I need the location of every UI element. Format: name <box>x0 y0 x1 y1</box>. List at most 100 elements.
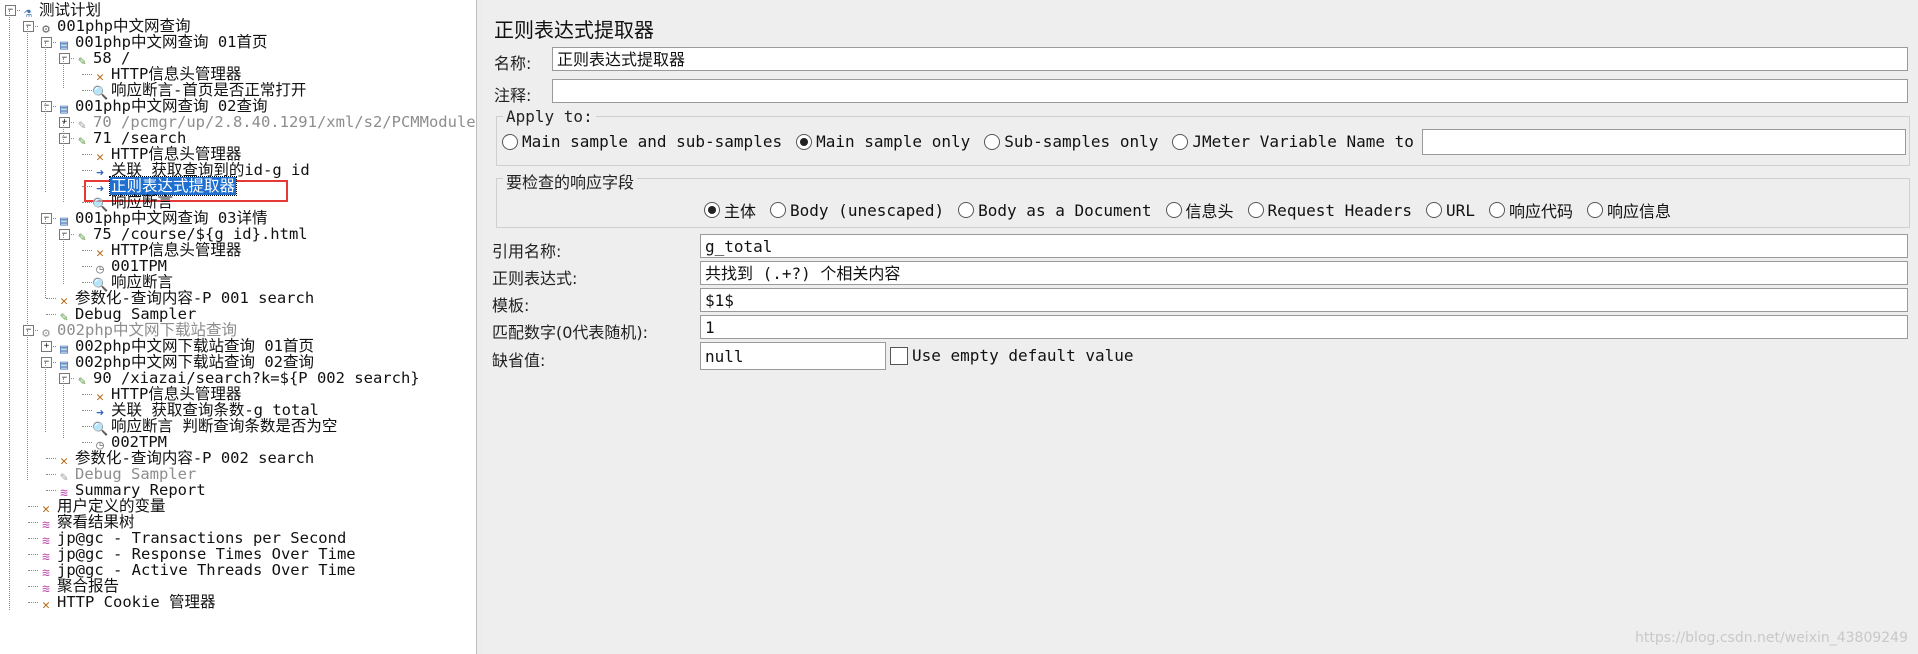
expand-toggle-icon[interactable]: + <box>41 341 52 352</box>
tree-node[interactable]: 🔍 响应断言 <box>92 194 174 213</box>
tree-node[interactable]: ✕ HTTP信息头管理器 <box>92 146 242 165</box>
thread-group-icon: ⚙ <box>42 326 50 341</box>
tree-connector <box>28 522 38 523</box>
radio-circle-icon <box>770 202 787 218</box>
collapse-toggle-icon[interactable]: − <box>5 5 16 16</box>
tree-node[interactable]: ≋ jp@gc - Active Threads Over Time <box>38 562 357 581</box>
field-to-check-options: 主体 Body (unescaped) Body as a Document 信息头 R… <box>704 198 1685 222</box>
default-value-field[interactable]: null <box>700 342 886 370</box>
collapse-toggle-icon[interactable]: − <box>59 133 70 144</box>
use-empty-default-checkbox[interactable] <box>890 346 908 365</box>
comment-field[interactable] <box>552 79 1908 103</box>
jmeter-variable-name-field[interactable] <box>1422 129 1906 155</box>
tree-node[interactable]: ✕ HTTP信息头管理器 <box>92 66 242 85</box>
tree-node[interactable]: ✎ 58 / <box>74 50 131 69</box>
template-field[interactable]: $1$ <box>700 288 1908 312</box>
collapse-toggle-icon[interactable]: − <box>59 53 70 64</box>
tree-node[interactable]: ▤ 002php中文网下载站查询 01首页 <box>56 338 315 357</box>
tree-node[interactable]: 🔍 响应断言-首页是否正常打开 <box>92 82 307 101</box>
tree-node[interactable]: ✕ HTTP信息头管理器 <box>92 386 242 405</box>
tree-connector <box>82 282 92 283</box>
tree-node[interactable]: ➜ 关联 获取查询到的id-g id <box>92 162 311 181</box>
match-no-field[interactable]: 1 <box>700 315 1908 339</box>
radio-label: URL <box>1446 200 1475 220</box>
tree-node[interactable]: ✎ 75 /course/${g id}.html <box>74 226 309 245</box>
radio-circle-icon <box>1586 202 1603 218</box>
name-field[interactable]: 正则表达式提取器 <box>552 47 1908 71</box>
tree-node[interactable]: ≋ jp@gc - Response Times Over Time <box>38 546 357 565</box>
tree-node[interactable]: ✎ 70 /pcmgr/up/2.8.40.1291/xml/s2/PCMModu… <box>74 114 476 133</box>
regex-field[interactable]: 共找到 (.+?) 个相关内容 <box>700 261 1908 285</box>
collapse-toggle-icon[interactable]: − <box>41 357 52 368</box>
tree-node[interactable]: ⚙ 002php中文网下载站查询 <box>38 322 238 341</box>
collapse-toggle-icon[interactable]: − <box>59 373 70 384</box>
expand-toggle-icon[interactable]: + <box>59 117 70 128</box>
http-sampler-icon: ✎ <box>78 230 86 245</box>
tree-guide-line <box>27 330 28 480</box>
tree-node[interactable]: ✕ 参数化-查询内容-P 002 search <box>56 450 315 469</box>
tree-guide-line <box>63 122 64 202</box>
tree-node[interactable]: ⚙ 001php中文网查询 <box>38 18 192 37</box>
tree-node[interactable]: ✕ HTTP信息头管理器 <box>92 242 242 261</box>
field-to-check-radio-7[interactable]: 响应信息 <box>1586 198 1671 222</box>
field-to-check-radio-3[interactable]: 信息头 <box>1165 198 1234 222</box>
tree-node[interactable]: ▤ 001php中文网查询 02查询 <box>56 98 269 117</box>
field-to-check-radio-4[interactable]: Request Headers <box>1247 201 1412 220</box>
tree-guide-line <box>45 362 46 432</box>
radio-label: 信息头 <box>1185 202 1234 221</box>
tree-node[interactable]: ▤ 001php中文网查询 01首页 <box>56 34 269 53</box>
tree-node[interactable]: ≋ Summary Report <box>56 482 207 501</box>
tree-node[interactable]: ≋ 聚合报告 <box>38 578 120 597</box>
tree-node[interactable]: ✕ 用户定义的变量 <box>38 498 167 517</box>
radio-label: 主体 <box>724 202 757 221</box>
tree-node[interactable]: 🔍 响应断言 <box>92 274 174 293</box>
tree-node[interactable]: ⚗ 测试计划 <box>20 2 102 21</box>
tree-node[interactable]: ≋ jp@gc - Transactions per Second <box>38 530 347 549</box>
field-to-check-radio-2[interactable]: Body as a Document <box>958 200 1152 220</box>
tree-connector <box>82 442 92 443</box>
match-no-label: 匹配数字(0代表随机): <box>492 323 649 342</box>
field-to-check-radio-1[interactable]: Body (unescaped) <box>770 201 944 220</box>
tree-connector <box>82 74 92 75</box>
tree-node[interactable]: ✕ HTTP Cookie 管理器 <box>38 594 216 613</box>
tree-node[interactable]: ◷ 001TPM <box>92 258 168 277</box>
radio-circle-icon <box>1426 202 1443 218</box>
ref-name-field[interactable]: g_total <box>700 234 1908 258</box>
apply-to-radio-0[interactable]: Main sample and sub-samples <box>502 132 782 151</box>
collapse-toggle-icon[interactable]: − <box>23 325 34 336</box>
regex-label: 正则表达式: <box>492 269 578 288</box>
tree-node-selected[interactable]: ➜ 正则表达式提取器 <box>92 176 238 197</box>
comment-label: 注释: <box>494 86 532 105</box>
tree-node[interactable]: ≋ 察看结果树 <box>38 514 136 533</box>
http-sampler-icon: ✎ <box>78 134 86 149</box>
tree-node[interactable]: ▤ 001php中文网查询 03详情 <box>56 210 269 229</box>
test-plan-tree[interactable]: − ⚗ 测试计划 − ⚙ 001php中文网查询 − ▤ 001php中文网查询 01首页 − ✎ 5… <box>0 0 477 654</box>
field-to-check-radio-5[interactable]: URL <box>1426 201 1475 220</box>
tree-connector <box>82 170 92 171</box>
field-to-check-radio-6[interactable]: 响应代码 <box>1488 198 1573 222</box>
apply-to-radio-3[interactable]: JMeter Variable Name to use <box>1172 132 1452 151</box>
tree-node[interactable]: ✎ Debug Sampler <box>56 306 197 325</box>
collapse-toggle-icon[interactable]: − <box>41 101 52 112</box>
http-sampler-icon: ✎ <box>78 54 86 69</box>
collapse-toggle-icon[interactable]: − <box>41 37 52 48</box>
tree-node[interactable]: ✎ 90 /xiazai/search?k=${P 002 search} <box>74 370 421 389</box>
collapse-toggle-icon[interactable]: − <box>41 213 52 224</box>
radio-label: Body as a Document <box>978 200 1152 220</box>
radio-circle-icon <box>796 133 813 150</box>
tree-node[interactable]: ✎ Debug Sampler <box>56 466 197 485</box>
radio-label: 响应代码 <box>1508 202 1573 221</box>
tree-node[interactable]: 🔍 响应断言 判断查询条数是否为空 <box>92 418 338 437</box>
tree-node[interactable]: ✕ 参数化-查询内容-P 001 search <box>56 290 315 309</box>
tree-node[interactable]: ▤ 002php中文网下载站查询 02查询 <box>56 354 315 373</box>
tree-node[interactable]: ➜ 关联 获取查询条数-g total <box>92 402 320 421</box>
field-to-check-radio-0[interactable]: 主体 <box>704 198 756 222</box>
transaction-controller-icon: ▤ <box>60 358 68 373</box>
transaction-controller-icon: ▤ <box>60 38 68 53</box>
collapse-toggle-icon[interactable]: − <box>59 229 70 240</box>
apply-to-radio-2[interactable]: Sub-samples only <box>984 132 1158 151</box>
apply-to-radio-1[interactable]: Main sample only <box>796 132 970 151</box>
collapse-toggle-icon[interactable]: − <box>23 21 34 32</box>
tree-node[interactable]: ◷ 002TPM <box>92 434 168 453</box>
tree-node[interactable]: ✎ 71 /search <box>74 130 187 149</box>
